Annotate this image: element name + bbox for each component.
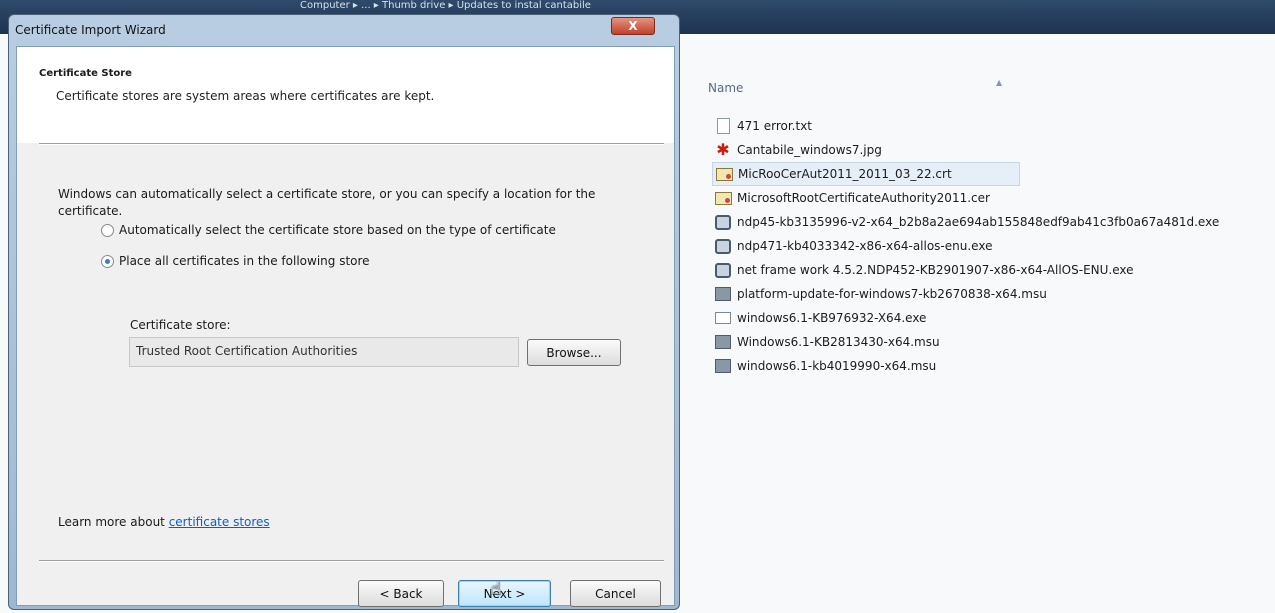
wizard-header: Certificate Store Certificate stores are… xyxy=(17,47,674,143)
learn-more-text: Learn more about certificate stores xyxy=(58,515,270,529)
jpg-file-icon-glyph: ✱ xyxy=(716,140,730,159)
footer-divider xyxy=(39,560,664,562)
certificate-file-icon-glyph xyxy=(714,191,732,205)
mouse-cursor-icon: ☝ xyxy=(490,578,501,599)
dialog-body: Certificate Store Certificate stores are… xyxy=(16,46,675,607)
file-name: ndp45-kb3135996-v2-x64_b2b8a2ae694ab1558… xyxy=(737,215,1220,229)
msu-file-icon-glyph xyxy=(715,359,731,373)
radio-auto-label: Automatically select the certificate sto… xyxy=(119,223,556,237)
file-row[interactable]: platform-update-for-windows7-kb2670838-x… xyxy=(712,282,1272,306)
installer-exe-icon xyxy=(714,214,732,230)
certificate-store-field[interactable]: Trusted Root Certification Authorities xyxy=(129,337,519,367)
sort-chevron-icon: ▲ xyxy=(996,78,1003,87)
file-row[interactable]: MicRooCerAut2011_2011_03_22.crt xyxy=(712,162,1020,186)
file-name: Cantabile_windows7.jpg xyxy=(737,143,882,157)
installer-exe-icon-glyph xyxy=(715,262,731,278)
section-description: Certificate stores are system areas wher… xyxy=(56,89,435,103)
radio-auto-select[interactable]: Automatically select the certificate sto… xyxy=(101,223,556,237)
header-divider xyxy=(39,143,664,145)
file-row[interactable]: net frame work 4.5.2.NDP452-KB2901907-x8… xyxy=(712,258,1272,282)
file-row[interactable]: 471 error.txt xyxy=(712,114,1272,138)
file-name: windows6.1-kb4019990-x64.msu xyxy=(737,359,937,373)
section-title: Certificate Store xyxy=(39,68,132,79)
browse-button[interactable]: Browse... xyxy=(527,339,621,366)
certificate-store-label: Certificate store: xyxy=(130,318,231,332)
file-name: ndp471-kb4033342-x86-x64-allos-enu.exe xyxy=(737,239,993,253)
certificate-file-icon xyxy=(714,190,732,206)
msu-file-icon xyxy=(714,358,732,374)
next-button[interactable]: Next > xyxy=(458,580,551,607)
radio-auto-indicator[interactable] xyxy=(101,223,114,237)
certificate-file-icon-glyph xyxy=(715,167,733,181)
file-row[interactable]: ndp45-kb3135996-v2-x64_b2b8a2ae694ab1558… xyxy=(712,210,1272,234)
file-name: MicRooCerAut2011_2011_03_22.crt xyxy=(738,167,952,181)
certificate-stores-link[interactable]: certificate stores xyxy=(169,515,270,529)
text-file-icon xyxy=(714,118,732,134)
file-list: 471 error.txt ✱ Cantabile_windows7.jpg MicR… xyxy=(712,114,1272,378)
text-file-icon-glyph xyxy=(716,118,730,134)
cancel-button[interactable]: Cancel xyxy=(570,580,661,607)
file-row[interactable]: Windows6.1-KB2813430-x64.msu xyxy=(712,330,1272,354)
back-button[interactable]: < Back xyxy=(358,580,444,607)
installer-exe-icon-glyph xyxy=(715,238,731,254)
installer-exe-icon xyxy=(714,238,732,254)
file-name: Windows6.1-KB2813430-x64.msu xyxy=(737,335,940,349)
installer-exe-icon xyxy=(714,262,732,278)
close-button[interactable]: X xyxy=(611,17,655,35)
dialog-title: Certificate Import Wizard xyxy=(15,23,166,37)
file-row[interactable]: ndp471-kb4033342-x86-x64-allos-enu.exe xyxy=(712,234,1272,258)
radio-place-indicator[interactable] xyxy=(101,254,114,268)
file-row[interactable]: windows6.1-kb4019990-x64.msu xyxy=(712,354,1272,378)
radio-place-store[interactable]: Place all certificates in the following … xyxy=(101,254,370,268)
installer-exe-icon-glyph xyxy=(715,214,731,230)
file-name: 471 error.txt xyxy=(737,119,812,133)
file-name: net frame work 4.5.2.NDP452-KB2901907-x8… xyxy=(737,263,1134,277)
intro-text: Windows can automatically select a certi… xyxy=(58,187,596,218)
file-name: MicrosoftRootCertificateAuthority2011.ce… xyxy=(737,191,990,205)
learn-more-prefix: Learn more about xyxy=(58,515,169,529)
certificate-import-wizard-dialog: Certificate Import Wizard X Certificate … xyxy=(8,14,680,610)
file-row[interactable]: MicrosoftRootCertificateAuthority2011.ce… xyxy=(712,186,1272,210)
radio-place-label: Place all certificates in the following … xyxy=(119,254,370,268)
jpg-file-icon: ✱ xyxy=(714,142,732,158)
certificate-file-icon xyxy=(715,166,733,182)
explorer-breadcrumb[interactable]: Computer ▸ ... ▸ Thumb drive ▸ Updates t… xyxy=(300,0,591,12)
file-row[interactable]: windows6.1-KB976932-X64.exe xyxy=(712,306,1272,330)
msu-file-icon xyxy=(714,286,732,302)
window-exe-icon xyxy=(714,310,732,326)
window-exe-icon-glyph xyxy=(715,312,731,324)
file-row[interactable]: ✱ Cantabile_windows7.jpg xyxy=(712,138,1272,162)
msu-file-icon-glyph xyxy=(715,335,731,349)
column-header-name[interactable]: Name xyxy=(708,81,743,95)
file-name: platform-update-for-windows7-kb2670838-x… xyxy=(737,287,1047,301)
msu-file-icon xyxy=(714,334,732,350)
msu-file-icon-glyph xyxy=(715,287,731,301)
file-name: windows6.1-KB976932-X64.exe xyxy=(737,311,927,325)
